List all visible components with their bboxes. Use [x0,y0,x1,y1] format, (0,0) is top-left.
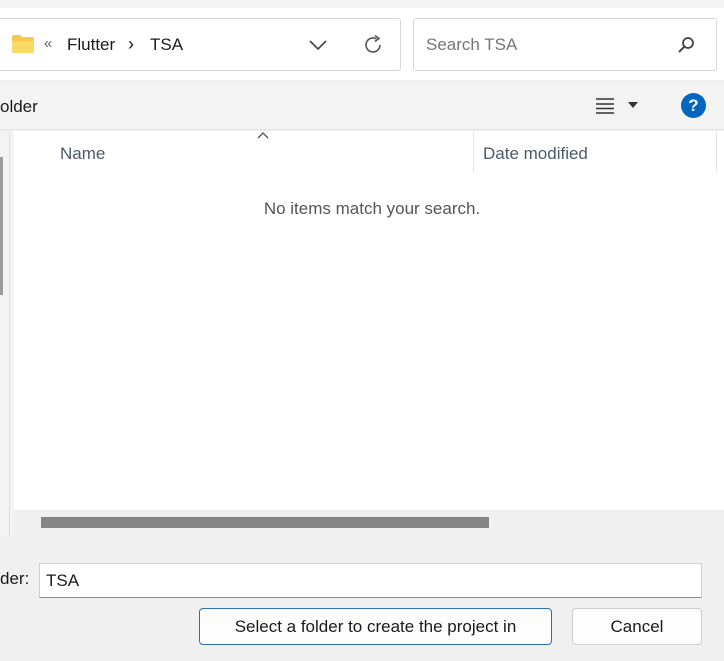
column-separator[interactable] [716,131,717,173]
sort-ascending-icon [257,132,269,139]
folder-name-input[interactable] [39,563,702,598]
folder-field-label: der: [0,569,30,588]
file-list-pane: Name Date modified [14,131,724,510]
overflow-chevron-icon[interactable]: « [44,34,52,54]
cancel-button-label: Cancel [610,616,664,636]
breadcrumb-flutter[interactable]: Flutter [67,35,115,55]
column-separator[interactable] [473,131,474,173]
breadcrumb-separator-icon[interactable]: › [128,34,134,54]
folder-icon [12,35,34,53]
refresh-icon[interactable] [361,33,385,57]
empty-state-message: No items match your search. [263,199,481,218]
chevron-down-icon[interactable] [308,38,328,52]
view-dropdown-caret-icon[interactable] [628,102,638,109]
window-top-strip [0,0,724,8]
horizontal-scrollbar-thumb[interactable] [41,517,489,528]
address-bar[interactable]: « Flutter › TSA [0,18,401,71]
breadcrumb-tsa[interactable]: TSA [150,35,183,55]
search-icon[interactable] [676,35,696,55]
select-folder-button[interactable]: Select a folder to create the project in [199,608,552,645]
column-header-date-modified[interactable]: Date modified [483,144,588,164]
search-box[interactable] [413,18,717,71]
help-icon[interactable]: ? [681,93,706,118]
new-folder-button[interactable]: older [0,97,38,117]
address-row: « Flutter › TSA [0,8,724,80]
help-label: ? [688,95,699,115]
command-bar: older ? [0,82,724,130]
view-options-icon[interactable] [594,97,616,115]
column-header-name[interactable]: Name [60,144,105,164]
pane-divider[interactable] [9,131,10,536]
search-input[interactable] [424,31,664,59]
navigation-scrollbar-thumb[interactable] [0,157,3,295]
select-folder-button-label: Select a folder to create the project in [234,616,517,636]
cancel-button[interactable]: Cancel [572,608,702,645]
